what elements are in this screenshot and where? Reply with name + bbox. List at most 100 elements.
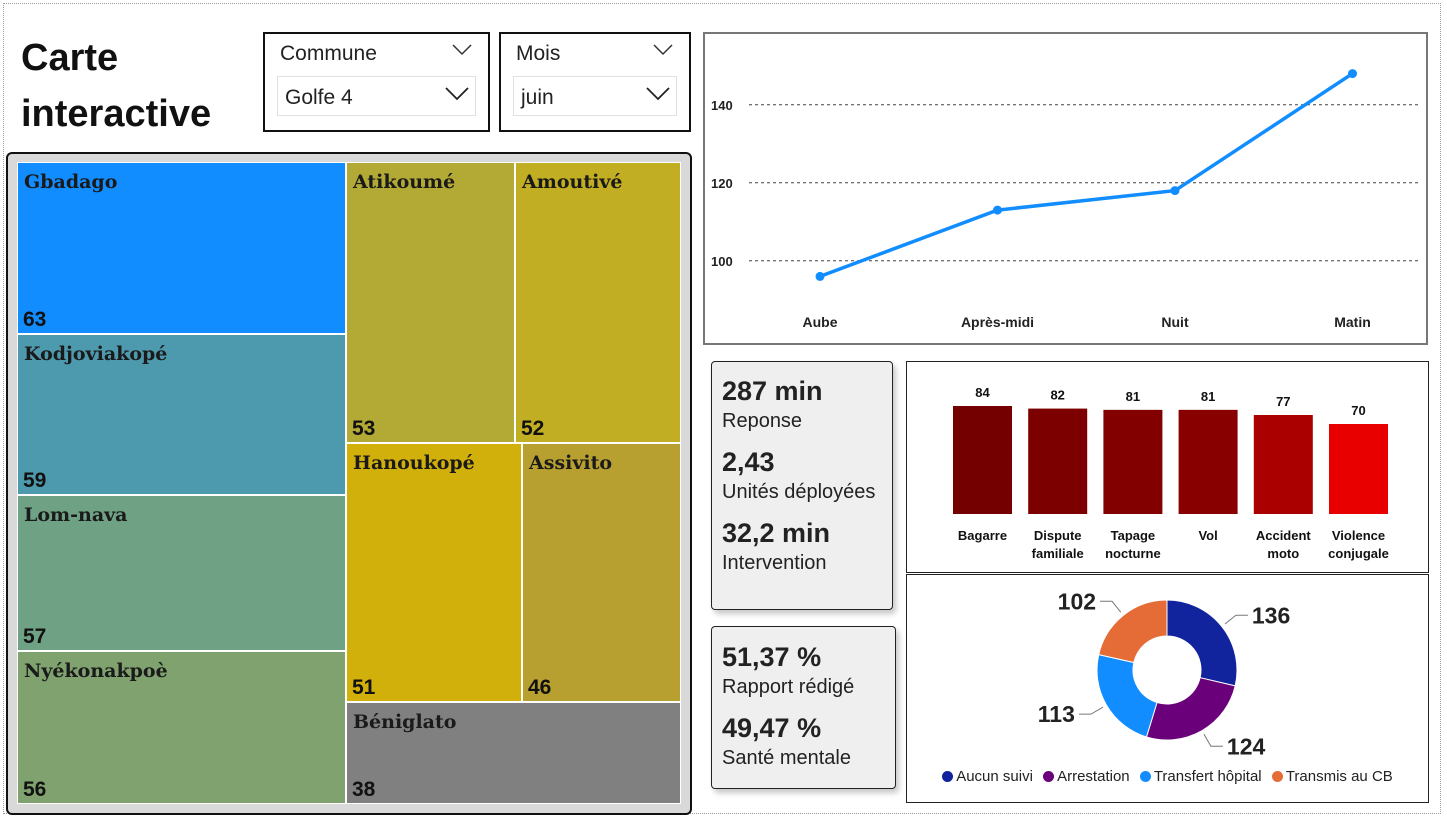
kpi-reponse-label: Reponse xyxy=(722,410,803,432)
x-tick-label: Tapage xyxy=(1111,528,1156,543)
legend-item[interactable]: Arrestation xyxy=(1043,768,1130,785)
donut-chart: 136 124 113 102 xyxy=(1038,588,1291,759)
chevron-down-icon[interactable] xyxy=(653,44,673,56)
donut-chart-panel: 136 124 113 102 Aucun suivi Arrestation Tra… xyxy=(906,574,1429,803)
mois-slicer-label: Mois xyxy=(516,42,561,65)
tile-value: 59 xyxy=(23,469,47,492)
data-point xyxy=(993,205,1002,215)
kpi-unites-label: Unités déployées xyxy=(722,481,876,503)
bar xyxy=(1178,409,1238,514)
x-tick-label: nocturne xyxy=(1105,546,1161,561)
page-title-line2: interactive xyxy=(21,93,212,135)
legend-label: Transmis au CB xyxy=(1285,768,1393,785)
tile-label: Gbadago xyxy=(24,171,118,193)
tile-label: Hanoukopé xyxy=(353,452,475,474)
treemap-tile[interactable]: Gbadago 63 xyxy=(17,162,346,334)
commune-slicer-label: Commune xyxy=(280,42,377,65)
data-point xyxy=(1170,186,1180,196)
x-tick-label: Nuit xyxy=(1161,314,1189,330)
x-tick-label: moto xyxy=(1267,546,1299,561)
kpi-intervention-value: 32,2 min xyxy=(722,518,831,548)
treemap-tile[interactable]: Nyékonakpoè 56 xyxy=(17,651,346,804)
x-tick-label: Bagarre xyxy=(958,528,1007,543)
bar-value-label: 70 xyxy=(1351,403,1365,418)
x-tick-label: conjugale xyxy=(1328,546,1389,561)
treemap-tile[interactable]: Kodjoviakopé 59 xyxy=(17,334,346,495)
legend-item[interactable]: Aucun suivi xyxy=(942,768,1033,785)
legend-item[interactable]: Transmis au CB xyxy=(1271,768,1393,785)
tile-label: Lom-nava xyxy=(24,504,128,526)
treemap-tile[interactable]: Lom-nava 57 xyxy=(17,495,346,651)
treemap-tile[interactable]: Béniglato 38 xyxy=(346,702,681,804)
bar xyxy=(1253,415,1313,514)
bar-chart: 84 Bagarre 82 Dispute familiale 81 Tapage noctu… xyxy=(953,385,1389,561)
chevron-down-icon[interactable] xyxy=(445,87,469,101)
page-title: Carte interactive xyxy=(21,30,211,142)
bar-value-label: 81 xyxy=(1201,389,1215,404)
leader-line xyxy=(1100,600,1122,613)
chevron-down-icon[interactable] xyxy=(646,87,670,101)
kpi-rapport-label: Rapport rédigé xyxy=(722,676,855,698)
y-tick-label: 100 xyxy=(711,254,733,269)
treemap-tile[interactable]: Hanoukopé 51 xyxy=(346,443,522,702)
kpi-reponse-value: 287 min xyxy=(722,376,823,406)
kpi-sante-value: 49,47 % xyxy=(722,713,822,743)
tile-value: 57 xyxy=(23,625,47,648)
x-tick-label: Aube xyxy=(803,314,838,330)
legend-label: Arrestation xyxy=(1057,768,1130,785)
commune-dropdown[interactable]: Golfe 4 xyxy=(277,76,476,116)
kpi-intervention-label: Intervention xyxy=(722,552,827,574)
tile-value: 63 xyxy=(23,308,47,331)
bar-value-label: 84 xyxy=(975,385,990,400)
treemap-tile[interactable]: Atikoumé 53 xyxy=(346,162,515,443)
bar xyxy=(953,406,1012,514)
donut-legend: Aucun suivi Arrestation Transfert hôpita… xyxy=(907,768,1428,785)
donut-slice xyxy=(1145,677,1236,741)
bar xyxy=(1103,409,1163,514)
kpi-card-reports: 51,37 % Rapport rédigé 49,47 % Santé men… xyxy=(711,626,896,789)
slice-value-label: 124 xyxy=(1227,733,1266,759)
x-tick-label: Dispute xyxy=(1034,528,1082,543)
chevron-down-icon[interactable] xyxy=(452,44,472,56)
tile-label: Nyékonakpoè xyxy=(24,660,168,682)
data-point xyxy=(1348,69,1357,79)
legend-label: Aucun suivi xyxy=(956,768,1033,785)
legend-swatch xyxy=(942,771,954,782)
slice-value-label: 136 xyxy=(1252,602,1290,628)
legend-swatch xyxy=(1271,771,1283,782)
mois-slicer: Mois juin xyxy=(499,32,691,132)
legend-swatch xyxy=(1043,771,1055,782)
tile-value: 46 xyxy=(528,676,552,699)
bar xyxy=(1028,408,1088,514)
x-tick-label: Violence xyxy=(1332,528,1385,543)
line-chart-panel: 100 120 140 Aube Après-midi Nuit Matin xyxy=(703,32,1428,345)
tile-value: 52 xyxy=(521,417,545,440)
donut-slice xyxy=(1166,599,1238,687)
tile-label: Assivito xyxy=(529,452,613,474)
data-point xyxy=(815,271,825,281)
legend-item[interactable]: Transfert hôpital xyxy=(1139,768,1262,785)
treemap-tile[interactable]: Amoutivé 52 xyxy=(515,162,681,443)
leader-line xyxy=(1203,733,1223,747)
tile-value: 53 xyxy=(352,417,376,440)
line-series xyxy=(819,72,1354,279)
bar-value-label: 81 xyxy=(1126,389,1140,404)
kpi-card-response: 287 min Reponse 2,43 Unités déployées 32… xyxy=(711,361,893,610)
treemap-panel: Gbadago 63 Kodjoviakopé 59 Lom-nava 57 N… xyxy=(6,152,692,815)
slice-value-label: 102 xyxy=(1058,588,1096,614)
bar-value-label: 82 xyxy=(1050,388,1064,403)
bar-chart-panel: 84 Bagarre 82 Dispute familiale 81 Tapage noctu… xyxy=(906,361,1429,573)
slice-value-label: 113 xyxy=(1038,701,1075,727)
bar-value-label: 77 xyxy=(1276,394,1290,409)
commune-selected-value: Golfe 4 xyxy=(285,86,353,109)
tile-label: Béniglato xyxy=(353,711,457,733)
page-title-line1: Carte xyxy=(21,37,119,79)
kpi-unites-value: 2,43 xyxy=(722,447,775,477)
x-tick-label: Après-midi xyxy=(961,314,1034,330)
mois-dropdown[interactable]: juin xyxy=(513,76,677,116)
treemap-tile[interactable]: Assivito 46 xyxy=(522,443,681,702)
tile-label: Kodjoviakopé xyxy=(24,343,168,365)
commune-slicer: Commune Golfe 4 xyxy=(263,32,490,132)
bar xyxy=(1329,424,1388,514)
kpi-sante-label: Santé mentale xyxy=(722,747,851,769)
